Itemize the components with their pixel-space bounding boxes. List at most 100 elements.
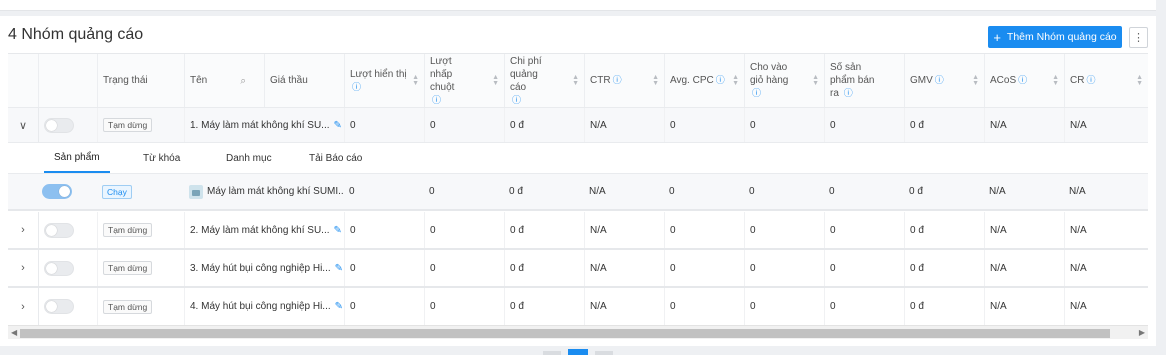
tab-keywords[interactable]: Từ khóa	[143, 143, 180, 173]
gmv-cell: 0 đ	[904, 108, 984, 142]
pagination-prev[interactable]	[543, 351, 561, 355]
tab-download-report[interactable]: Tải Báo cáo	[309, 143, 362, 173]
table-row: › Tạm dừng 3. Máy hút bụi công nghiệp Hi…	[8, 250, 1148, 288]
status-badge: Tạm dừng	[103, 299, 153, 314]
ad-group-name-link[interactable]: 4. Máy hút bụi công nghiệp Hi...	[190, 301, 331, 312]
status-cell: Tạm dừng	[97, 288, 184, 325]
more-options-button[interactable]: ⋮	[1129, 27, 1148, 48]
collapse-row-button[interactable]: ∨	[8, 108, 38, 142]
impressions-cell: 0	[344, 250, 424, 286]
product-name[interactable]: Máy làm mát không khí SUMI...	[207, 186, 344, 197]
add-to-cart-column-header[interactable]: Cho vào giỏ hàng ⓘ ▲ ▼	[744, 54, 824, 107]
ad-group-name-link[interactable]: 3. Máy hút bụi công nghiệp Hi...	[190, 263, 331, 274]
table-header: Trạng thái Tên ⌕ Giá thầu Lượt hiển thị ⓘ ▲…	[8, 54, 1148, 108]
sort-icon[interactable]: ▲ ▼	[972, 74, 979, 87]
name-cell: 3. Máy hút bụi công nghiệp Hi... ✎	[184, 250, 344, 286]
status-toggle[interactable]	[44, 260, 74, 276]
clicks-column-header[interactable]: Lượt nhấp chuột ⓘ ▲ ▼	[424, 54, 504, 107]
expand-row-button[interactable]: ›	[8, 212, 38, 248]
acos-column-header[interactable]: ACoS ⓘ ▲ ▼	[984, 54, 1064, 107]
info-icon[interactable]: ⓘ	[352, 82, 361, 92]
sort-icon[interactable]: ▲ ▼	[1052, 74, 1059, 87]
info-icon[interactable]: ⓘ	[1018, 74, 1027, 87]
status-toggle[interactable]	[44, 222, 74, 238]
products-sold-cell: 0	[824, 288, 904, 325]
add-ad-group-button[interactable]: + Thêm Nhóm quảng cáo	[988, 26, 1122, 48]
sort-icon[interactable]: ▲ ▼	[732, 74, 739, 87]
gmv-cell: 0 đ	[909, 186, 923, 197]
info-icon[interactable]: ⓘ	[752, 88, 761, 98]
gmv-cell: 0 đ	[904, 250, 984, 286]
horizontal-scrollbar[interactable]: ◀ ▶	[8, 325, 1148, 339]
pagination-current[interactable]	[568, 349, 588, 355]
scroll-left-icon[interactable]: ◀	[11, 328, 17, 337]
avg-cpc-column-header[interactable]: Avg. CPC ⓘ ▲ ▼	[664, 54, 744, 107]
ad-groups-table: Trạng thái Tên ⌕ Giá thầu Lượt hiển thị ⓘ ▲…	[8, 53, 1148, 342]
cr-cell: N/A	[1069, 186, 1086, 197]
product-toggle-cell	[8, 174, 97, 209]
clicks-cell: 0	[424, 212, 504, 248]
status-toggle[interactable]	[44, 299, 74, 314]
gmv-column-header[interactable]: GMV ⓘ ▲ ▼	[904, 54, 984, 107]
sort-icon[interactable]: ▲ ▼	[492, 74, 499, 87]
cost-cell: 0 đ	[509, 186, 523, 197]
ad-group-name-link[interactable]: 2. Máy làm mát không khí SU...	[190, 225, 330, 236]
cost-column-header[interactable]: Chi phí quảng cáo ⓘ ▲ ▼	[504, 54, 584, 107]
expand-row-button[interactable]: ›	[8, 288, 38, 325]
cr-column-header[interactable]: CR ⓘ ▲ ▼	[1064, 54, 1148, 107]
row-toggle-cell	[38, 250, 97, 286]
name-column-header[interactable]: Tên ⌕	[184, 54, 264, 107]
impressions-column-header[interactable]: Lượt hiển thị ⓘ ▲ ▼	[344, 54, 424, 107]
info-icon[interactable]: ⓘ	[1086, 74, 1095, 87]
edit-icon[interactable]: ✎	[334, 120, 342, 131]
products-sold-cell: 0	[824, 212, 904, 248]
pagination-next[interactable]	[595, 351, 613, 355]
clicks-cell: 0	[424, 250, 504, 286]
add-to-cart-cell: 0	[744, 288, 824, 325]
status-badge: Tạm dừng	[103, 223, 153, 237]
info-icon[interactable]: ⓘ	[844, 88, 853, 98]
product-thumbnail	[189, 184, 203, 199]
info-icon[interactable]: ⓘ	[716, 74, 725, 87]
info-icon[interactable]: ⓘ	[512, 95, 521, 105]
table-row: › Tạm dừng 2. Máy làm mát không khí SU..…	[8, 212, 1148, 250]
scrollbar-thumb[interactable]	[20, 329, 1110, 338]
toggle-column-header	[38, 54, 97, 107]
tab-categories[interactable]: Danh mục	[226, 143, 272, 173]
sort-icon[interactable]: ▲ ▼	[1136, 74, 1143, 87]
edit-icon[interactable]: ✎	[334, 225, 342, 236]
cost-cell: 0 đ	[504, 108, 584, 142]
row-toggle-cell	[38, 288, 97, 325]
impressions-cell: 0	[344, 212, 424, 248]
ad-group-name-link[interactable]: 1. Máy làm mát không khí SU...	[190, 120, 330, 131]
products-sold-cell: 0	[824, 250, 904, 286]
status-column-header: Trạng thái	[97, 54, 184, 107]
sort-icon[interactable]: ▲ ▼	[812, 74, 819, 87]
sort-icon[interactable]: ▲ ▼	[652, 74, 659, 87]
info-icon[interactable]: ⓘ	[613, 74, 622, 87]
edit-icon[interactable]: ✎	[335, 263, 343, 274]
avg-cpc-cell: 0	[664, 288, 744, 325]
edit-icon[interactable]: ✎	[335, 301, 343, 312]
name-cell: 4. Máy hút bụi công nghiệp Hi... ✎	[184, 288, 344, 325]
page-title: 4 Nhóm quảng cáo	[8, 26, 144, 43]
acos-cell: N/A	[984, 250, 1064, 286]
products-sold-column-header[interactable]: Số sản phẩm bán ra ⓘ	[824, 54, 904, 107]
ctr-cell: N/A	[584, 250, 664, 286]
impressions-cell: 0	[349, 186, 355, 197]
ctr-cell: N/A	[589, 186, 606, 197]
ctr-cell: N/A	[584, 212, 664, 248]
sort-icon[interactable]: ▲ ▼	[572, 74, 579, 87]
expand-row-button[interactable]: ›	[8, 250, 38, 286]
avg-cpc-cell: 0	[664, 212, 744, 248]
status-toggle[interactable]	[44, 117, 74, 133]
scroll-right-icon[interactable]: ▶	[1139, 328, 1145, 337]
info-icon[interactable]: ⓘ	[935, 74, 944, 87]
search-icon[interactable]: ⌕	[240, 74, 246, 87]
tab-products[interactable]: Sản phẩm	[44, 143, 110, 173]
info-icon[interactable]: ⓘ	[432, 95, 441, 105]
ctr-column-header[interactable]: CTR ⓘ ▲ ▼	[584, 54, 664, 107]
product-status-toggle[interactable]	[42, 184, 72, 199]
sort-icon[interactable]: ▲ ▼	[412, 74, 419, 87]
acos-cell: N/A	[984, 288, 1064, 325]
